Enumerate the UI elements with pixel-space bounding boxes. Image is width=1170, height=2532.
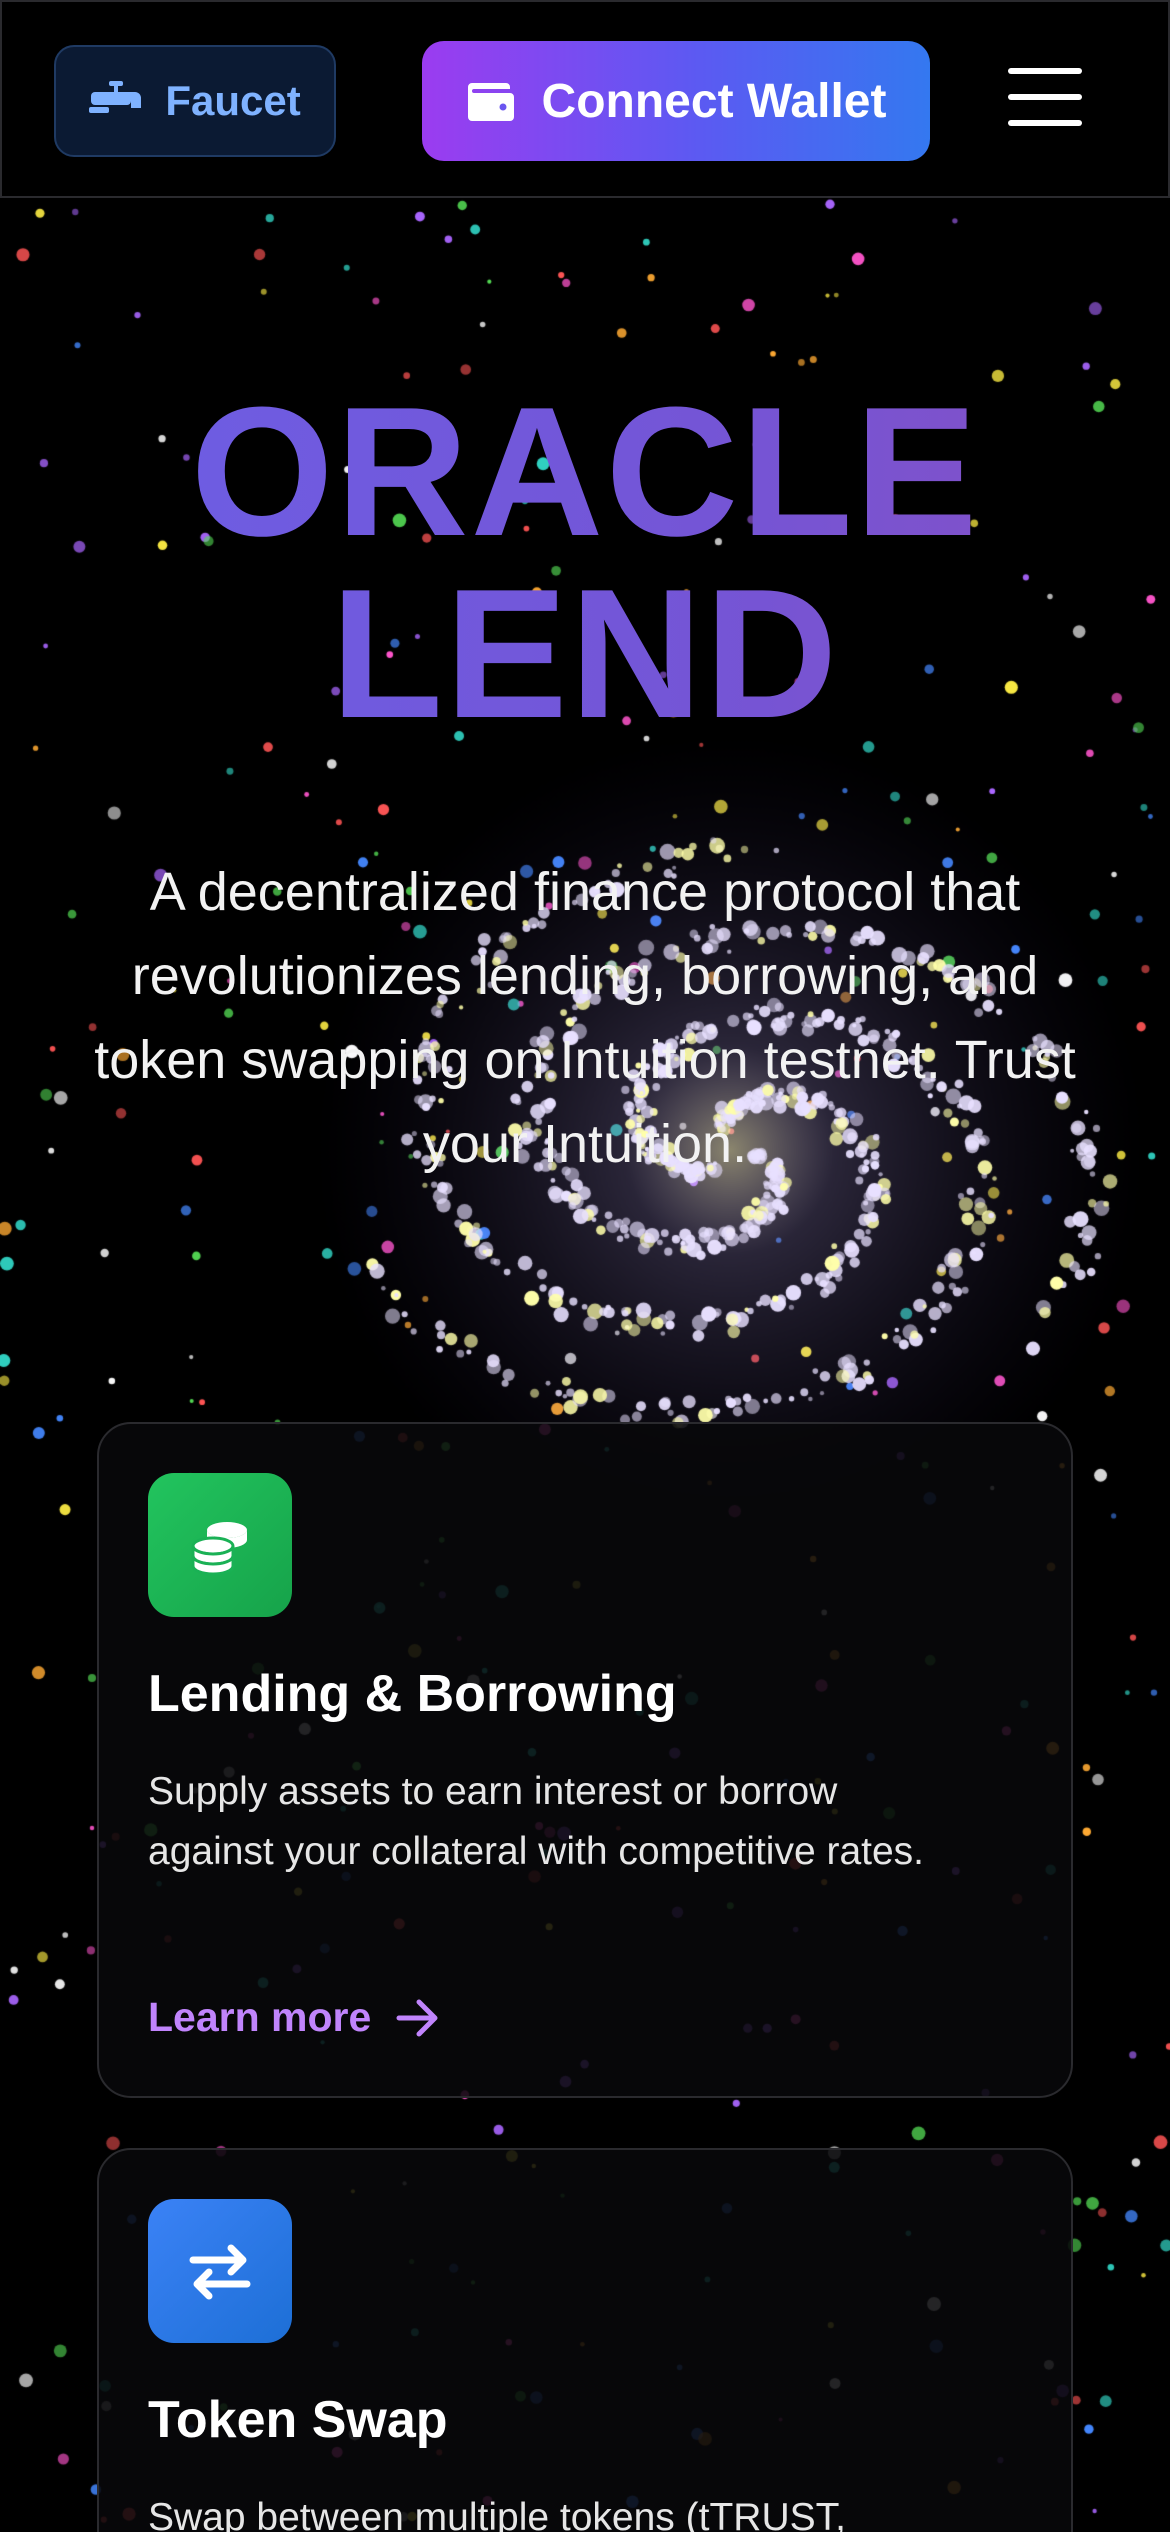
card-title: Token Swap xyxy=(148,2391,448,2449)
card-description: Supply assets to earn interest or borrow… xyxy=(148,1770,925,1873)
faucet-button[interactable]: Faucet xyxy=(54,45,336,157)
hero-title-line1: ORACLE xyxy=(190,368,980,574)
swap-arrows-icon xyxy=(148,2199,292,2343)
faucet-label: Faucet xyxy=(165,77,301,124)
learn-more-link[interactable]: Learn more xyxy=(148,1994,441,2041)
hero-title-line2: LEND xyxy=(330,550,840,756)
hero-subtitle: A decentralized finance protocol that re… xyxy=(94,862,1076,1174)
connect-wallet-button[interactable]: Connect Wallet xyxy=(422,41,930,161)
feature-card-swap: Token Swap Swap between multiple tokens … xyxy=(97,2148,1073,2532)
faucet-icon xyxy=(89,81,142,113)
card-description: Swap between multiple tokens (tTRUST, xyxy=(148,2496,846,2532)
learn-more-label: Learn more xyxy=(148,1994,372,2040)
card-title: Lending & Borrowing xyxy=(148,1665,677,1723)
hamburger-menu-icon[interactable] xyxy=(1008,64,1082,132)
coins-icon xyxy=(148,1473,292,1617)
hero-title: ORACLE LEND xyxy=(0,380,1170,744)
wallet-icon xyxy=(467,83,514,121)
feature-card-lending: Lending & Borrowing Supply assets to ear… xyxy=(97,1422,1073,2098)
connect-wallet-label: Connect Wallet xyxy=(541,74,887,128)
top-nav-bar: Faucet Connect Wallet xyxy=(0,0,1170,198)
arrow-right-icon xyxy=(396,1999,438,2036)
